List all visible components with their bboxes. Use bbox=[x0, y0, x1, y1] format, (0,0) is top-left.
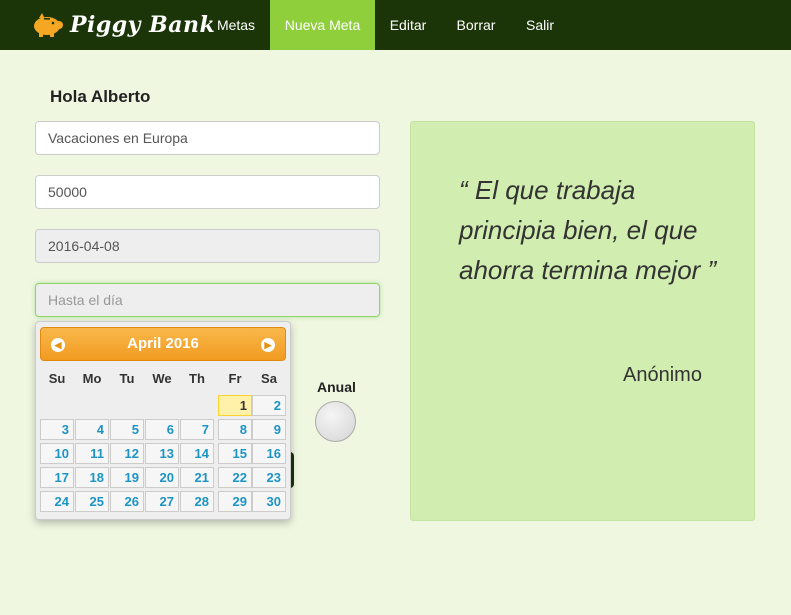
nav-nueva-meta[interactable]: Nueva Meta bbox=[270, 0, 375, 50]
calendar-day[interactable]: 14 bbox=[180, 443, 214, 464]
piggy-bank-icon bbox=[34, 13, 63, 37]
calendar-day[interactable]: 11 bbox=[75, 443, 109, 464]
calendar-day[interactable]: 15 bbox=[218, 443, 252, 464]
quote-author: Anónimo bbox=[623, 364, 702, 386]
calendar-day[interactable]: 21 bbox=[180, 467, 214, 488]
brand[interactable]: Piggy Bank bbox=[30, 5, 215, 45]
weekday-header: Mo bbox=[82, 371, 102, 386]
nav-salir[interactable]: Salir bbox=[514, 0, 566, 50]
weekday-header: Su bbox=[48, 371, 66, 386]
calendar-day[interactable]: 20 bbox=[145, 467, 179, 488]
brand-name: Piggy Bank bbox=[70, 12, 216, 38]
calendar-day[interactable]: 7 bbox=[180, 419, 214, 440]
weekday-header: We bbox=[152, 371, 172, 386]
weekday-header: Tu bbox=[119, 371, 135, 386]
chevron-right-icon[interactable]: ▶ bbox=[261, 338, 275, 352]
end-date-placeholder: Hasta el día bbox=[48, 292, 123, 308]
quote-panel: “ El que trabaja principia bien, el que … bbox=[410, 121, 755, 521]
greeting: Hola Alberto bbox=[50, 87, 151, 106]
calendar-day[interactable]: 2 bbox=[252, 395, 286, 416]
calendar-day[interactable]: 24 bbox=[40, 491, 74, 512]
chevron-left-icon[interactable]: ◀ bbox=[51, 338, 65, 352]
calendar-day[interactable]: 10 bbox=[40, 443, 74, 464]
calendar-day[interactable]: 17 bbox=[40, 467, 74, 488]
calendar-day[interactable]: 1 bbox=[218, 395, 252, 416]
anual-label: Anual bbox=[317, 379, 356, 395]
nav-borrar[interactable]: Borrar bbox=[446, 0, 506, 50]
anual-toggle[interactable] bbox=[315, 401, 356, 442]
calendar-day[interactable]: 13 bbox=[145, 443, 179, 464]
nav-editar[interactable]: Editar bbox=[378, 0, 438, 50]
calendar-day[interactable]: 6 bbox=[145, 419, 179, 440]
calendar-day[interactable]: 5 bbox=[110, 419, 144, 440]
calendar-day[interactable]: 27 bbox=[145, 491, 179, 512]
calendar-day[interactable]: 28 bbox=[180, 491, 214, 512]
calendar-day[interactable]: 4 bbox=[75, 419, 109, 440]
quote-text: “ El que trabaja principia bien, el que … bbox=[459, 175, 717, 285]
amount-field[interactable]: 50000 bbox=[35, 175, 380, 209]
calendar-day[interactable]: 9 bbox=[252, 419, 286, 440]
calendar-day[interactable]: 23 bbox=[252, 467, 286, 488]
datepicker: April 2016 ◀ ▶ Su Mo Tu We Th Fr Sa 1 2 3 4 5 6 7 8 9 10… bbox=[35, 321, 291, 520]
weekday-header: Fr bbox=[228, 371, 242, 386]
calendar-day[interactable]: 18 bbox=[75, 467, 109, 488]
goal-name-field[interactable]: Vacaciones en Europa bbox=[35, 121, 380, 155]
calendar-day[interactable]: 26 bbox=[110, 491, 144, 512]
weekday-header: Th bbox=[189, 371, 205, 386]
end-date-field[interactable]: Hasta el día bbox=[35, 283, 380, 317]
datepicker-month-title: April 2016 bbox=[127, 335, 199, 352]
calendar-day[interactable]: 22 bbox=[218, 467, 252, 488]
calendar-day[interactable]: 16 bbox=[252, 443, 286, 464]
nav-metas[interactable]: Metas bbox=[206, 0, 266, 50]
calendar-day[interactable]: 30 bbox=[252, 491, 286, 512]
calendar-day[interactable]: 12 bbox=[110, 443, 144, 464]
start-date-field[interactable]: 2016-04-08 bbox=[35, 229, 380, 263]
calendar-day[interactable]: 29 bbox=[218, 491, 252, 512]
datepicker-header: April 2016 ◀ ▶ bbox=[40, 327, 286, 361]
calendar-day[interactable]: 25 bbox=[75, 491, 109, 512]
weekday-header: Sa bbox=[261, 371, 277, 386]
navbar: Piggy Bank Metas Nueva Meta Editar Borra… bbox=[0, 0, 791, 50]
calendar-day[interactable]: 3 bbox=[40, 419, 74, 440]
calendar-day[interactable]: 8 bbox=[218, 419, 252, 440]
calendar-day[interactable]: 19 bbox=[110, 467, 144, 488]
